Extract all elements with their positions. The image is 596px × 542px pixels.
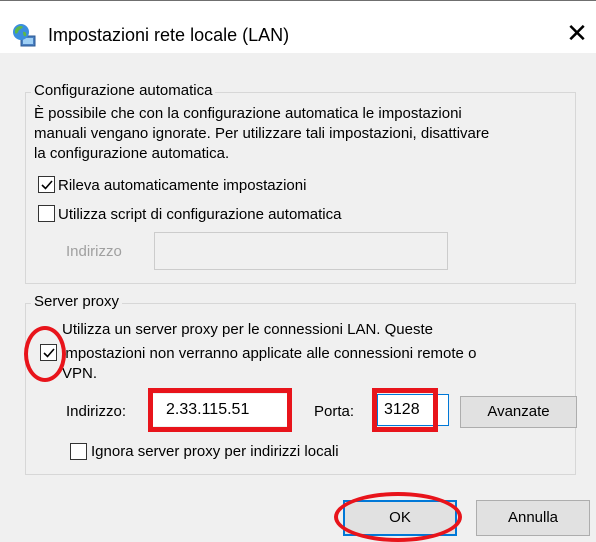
config-script-label[interactable]: Utilizza script di configurazione automa…	[58, 205, 341, 224]
proxy-address-label: Indirizzo:	[66, 403, 127, 420]
network-globe-icon	[12, 23, 36, 47]
window-title: Impostazioni rete locale (LAN)	[48, 25, 290, 45]
script-address-field	[154, 232, 448, 270]
auto-config-description-line-1: È possibile che con la configurazione au…	[34, 105, 462, 122]
use-proxy-label-line-1[interactable]: Utilizza un server proxy per le connessi…	[62, 320, 433, 339]
ok-button[interactable]: OK	[343, 500, 457, 536]
title-bar[interactable]: Impostazioni rete locale (LAN) ✕	[0, 1, 596, 53]
proxy-legend: Server proxy	[31, 293, 123, 311]
use-proxy-label-line-3[interactable]: VPN.	[62, 364, 97, 383]
close-icon[interactable]: ✕	[562, 17, 592, 49]
config-script-checkbox[interactable]	[38, 205, 55, 222]
auto-config-description-line-3: la configurazione automatica.	[34, 145, 230, 162]
proxy-address-input[interactable]: 2.33.115.51	[152, 394, 288, 426]
cancel-button[interactable]: Annulla	[476, 500, 590, 536]
advanced-button[interactable]: Avanzate	[460, 396, 577, 428]
bypass-local-checkbox[interactable]	[70, 443, 87, 460]
use-proxy-label-line-2[interactable]: impostazioni non verranno applicate alle…	[62, 344, 476, 363]
script-address-label: Indirizzo	[66, 243, 122, 260]
use-proxy-checkbox[interactable]	[40, 344, 57, 361]
auto-config-description-line-2: manuali vengano ignorate. Per utilizzare…	[34, 125, 490, 142]
bypass-local-label[interactable]: Ignora server proxy per indirizzi locali	[91, 442, 339, 461]
detect-settings-checkbox[interactable]	[38, 176, 55, 193]
proxy-port-input[interactable]: 3128	[377, 394, 449, 426]
auto-config-legend: Configurazione automatica	[31, 82, 216, 100]
detect-settings-label[interactable]: Rileva automaticamente impostazioni	[58, 176, 306, 195]
checkmark-icon	[41, 180, 53, 190]
checkmark-icon	[43, 348, 55, 358]
proxy-port-label: Porta:	[314, 403, 355, 420]
